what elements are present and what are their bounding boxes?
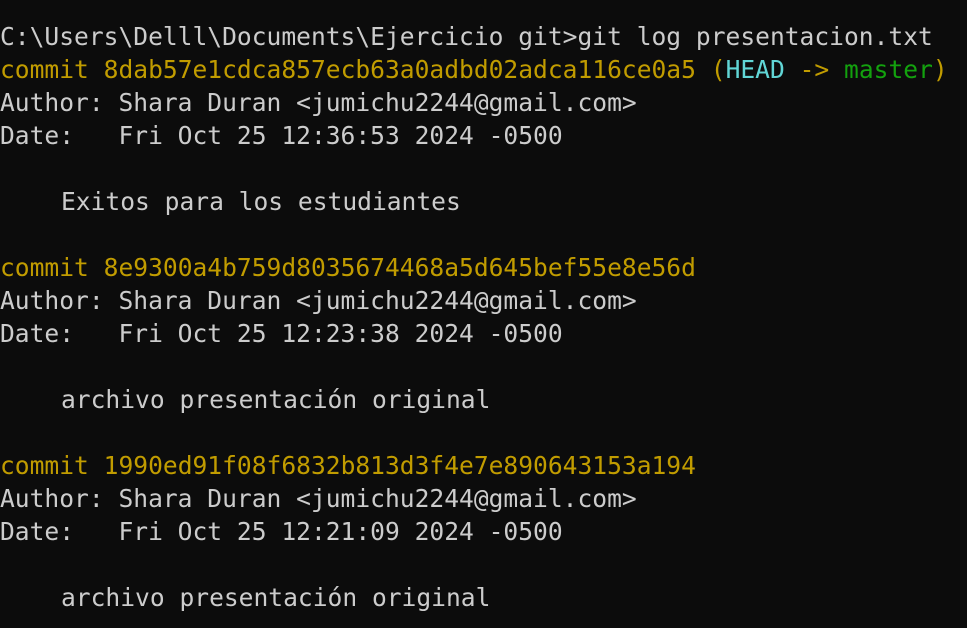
commit-message: Exitos para los estudiantes — [61, 187, 461, 216]
commit-label: commit — [0, 253, 89, 282]
head-ref: HEAD — [725, 55, 785, 84]
terminal-window[interactable]: C:\Users\Delll\Documents\Ejercicio git>g… — [0, 0, 967, 628]
commit-hash: 8e9300a4b759d8035674468a5d645bef55e8e56d — [103, 253, 696, 282]
author-line: Author: Shara Duran <jumichu2244@gmail.c… — [0, 286, 637, 315]
date-line: Date: Fri Oct 25 12:21:09 2024 -0500 — [0, 517, 563, 546]
prompt-command-text: C:\Users\Delll\Documents\Ejercicio git>g… — [0, 22, 933, 51]
author-line: Author: Shara Duran <jumichu2244@gmail.c… — [0, 88, 637, 117]
commit-label: commit — [0, 55, 89, 84]
commit-hash: 1990ed91f08f6832b813d3f4e7e890643153a194 — [103, 451, 696, 480]
commit-message: archivo presentación original — [61, 385, 491, 414]
branch-ref: master — [844, 55, 933, 84]
ref-arrow: -> — [799, 55, 830, 84]
prompt-line: C:\Users\Delll\Documents\Ejercicio git>g… — [0, 20, 933, 53]
date-line: Date: Fri Oct 25 12:36:53 2024 -0500 — [0, 121, 563, 150]
commit-message: archivo presentación original — [61, 583, 491, 612]
ref-close-paren: ) — [932, 55, 948, 84]
author-line: Author: Shara Duran <jumichu2244@gmail.c… — [0, 484, 637, 513]
commit-label: commit — [0, 451, 89, 480]
commit-hash: 8dab57e1cdca857ecb63a0adbd02adca116ce0a5 — [103, 55, 696, 84]
commit-header-line: commit 8e9300a4b759d8035674468a5d645bef5… — [0, 251, 696, 284]
date-line: Date: Fri Oct 25 12:23:38 2024 -0500 — [0, 319, 563, 348]
ref-open-paren: ( — [710, 55, 726, 84]
commit-header-line: commit 1990ed91f08f6832b813d3f4e7e890643… — [0, 449, 696, 482]
commit-header-line: commit 8dab57e1cdca857ecb63a0adbd02adca1… — [0, 53, 948, 86]
